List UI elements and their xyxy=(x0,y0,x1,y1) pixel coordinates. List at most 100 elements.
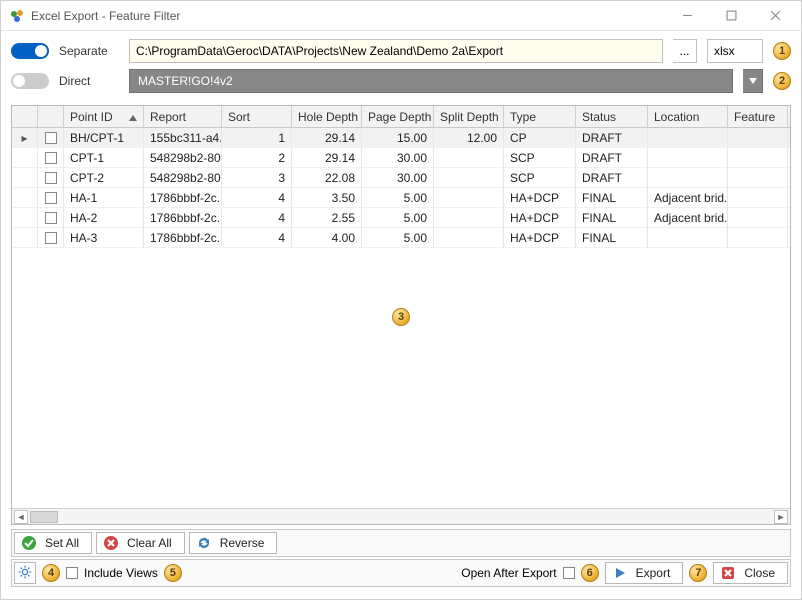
minimize-button[interactable] xyxy=(665,2,709,30)
set-all-button[interactable]: Set All xyxy=(14,532,92,554)
data-grid: Point ID Report Sort Hole Depth Page Dep… xyxy=(11,105,791,525)
close-window-button[interactable] xyxy=(753,2,797,30)
clear-all-button[interactable]: Clear All xyxy=(96,532,185,554)
row-checkbox-cell xyxy=(38,188,64,207)
cell-status: DRAFT xyxy=(576,128,648,147)
table-row[interactable]: HA-31786bbbf-2c...44.005.00HA+DCPFINAL xyxy=(12,228,790,248)
cell-location xyxy=(648,148,728,167)
extension-input[interactable]: xlsx xyxy=(707,39,763,63)
play-icon xyxy=(612,565,628,581)
gear-icon xyxy=(18,565,32,582)
checkbox-header xyxy=(38,106,64,127)
browse-button[interactable]: ... xyxy=(673,39,697,63)
horizontal-scrollbar[interactable]: ◄ ► xyxy=(12,508,790,524)
cell-type: HA+DCP xyxy=(504,188,576,207)
row-checkbox[interactable] xyxy=(45,152,57,164)
col-report[interactable]: Report xyxy=(144,106,222,127)
table-row[interactable]: CPT-1548298b2-80...229.1430.00SCPDRAFT xyxy=(12,148,790,168)
cell-sort: 2 xyxy=(222,148,292,167)
scroll-left-button[interactable]: ◄ xyxy=(14,510,28,524)
scroll-track[interactable] xyxy=(28,511,774,523)
settings-button[interactable] xyxy=(14,562,36,584)
cell-sort: 4 xyxy=(222,188,292,207)
cell-status: FINAL xyxy=(576,208,648,227)
col-point-id[interactable]: Point ID xyxy=(64,106,144,127)
col-label: Point ID xyxy=(70,110,113,124)
cell-feature xyxy=(728,228,788,247)
button-label: Set All xyxy=(45,536,79,550)
cell-type: SCP xyxy=(504,148,576,167)
row-checkbox[interactable] xyxy=(45,132,57,144)
col-status[interactable]: Status xyxy=(576,106,648,127)
cell-report: 1786bbbf-2c... xyxy=(144,208,222,227)
cell-report: 548298b2-80... xyxy=(144,168,222,187)
cell-status: DRAFT xyxy=(576,148,648,167)
cell-split-depth xyxy=(434,228,504,247)
col-sort[interactable]: Sort xyxy=(222,106,292,127)
col-feature[interactable]: Feature xyxy=(728,106,788,127)
cell-point-id: CPT-2 xyxy=(64,168,144,187)
open-after-export-label: Open After Export xyxy=(461,566,556,580)
table-row[interactable]: HA-21786bbbf-2c...42.555.00HA+DCPFINALAd… xyxy=(12,208,790,228)
cell-page-depth: 5.00 xyxy=(362,188,434,207)
cell-split-depth xyxy=(434,208,504,227)
scroll-right-button[interactable]: ► xyxy=(774,510,788,524)
col-hole-depth[interactable]: Hole Depth xyxy=(292,106,362,127)
include-views-checkbox[interactable] xyxy=(66,567,78,579)
reverse-button[interactable]: Reverse xyxy=(189,532,278,554)
cell-point-id: BH/CPT-1 xyxy=(64,128,144,147)
table-row[interactable]: CPT-2548298b2-80...322.0830.00SCPDRAFT xyxy=(12,168,790,188)
cell-feature xyxy=(728,208,788,227)
app-icon xyxy=(9,8,25,24)
cell-sort: 4 xyxy=(222,208,292,227)
row-checkbox[interactable] xyxy=(45,212,57,224)
cell-page-depth: 15.00 xyxy=(362,128,434,147)
cell-point-id: HA-1 xyxy=(64,188,144,207)
row-checkbox[interactable] xyxy=(45,172,57,184)
table-row[interactable]: HA-11786bbbf-2c...43.505.00HA+DCPFINALAd… xyxy=(12,188,790,208)
col-location[interactable]: Location xyxy=(648,106,728,127)
direct-toggle[interactable] xyxy=(11,73,49,89)
cell-split-depth xyxy=(434,168,504,187)
cell-point-id: CPT-1 xyxy=(64,148,144,167)
cell-hole-depth: 2.55 xyxy=(292,208,362,227)
col-split-depth[interactable]: Split Depth xyxy=(434,106,504,127)
cell-feature xyxy=(728,128,788,147)
close-button[interactable]: Close xyxy=(713,562,788,584)
selection-toolbar: Set All Clear All Reverse xyxy=(11,529,791,557)
callout-7: 7 xyxy=(689,564,707,582)
export-button[interactable]: Export xyxy=(605,562,684,584)
table-row[interactable]: ▸BH/CPT-1155bc311-a4...129.1415.0012.00C… xyxy=(12,128,790,148)
cell-hole-depth: 3.50 xyxy=(292,188,362,207)
callout-1: 1 xyxy=(773,42,791,60)
cell-page-depth: 30.00 xyxy=(362,168,434,187)
template-select[interactable]: MASTER!GO!4v2 xyxy=(129,69,733,93)
cell-hole-depth: 22.08 xyxy=(292,168,362,187)
col-type[interactable]: Type xyxy=(504,106,576,127)
row-indicator xyxy=(12,168,38,187)
scroll-thumb[interactable] xyxy=(30,511,58,523)
cell-type: HA+DCP xyxy=(504,228,576,247)
check-circle-icon xyxy=(21,535,37,551)
titlebar: Excel Export - Feature Filter xyxy=(1,1,801,31)
cell-hole-depth: 29.14 xyxy=(292,128,362,147)
separate-toggle[interactable] xyxy=(11,43,49,59)
cell-page-depth: 5.00 xyxy=(362,208,434,227)
footer-bar: 4 Include Views 5 Open After Export 6 Ex… xyxy=(11,559,791,587)
maximize-button[interactable] xyxy=(709,2,753,30)
cell-feature xyxy=(728,188,788,207)
cell-sort: 1 xyxy=(222,128,292,147)
cell-split-depth xyxy=(434,188,504,207)
row-checkbox[interactable] xyxy=(45,192,57,204)
open-after-export-checkbox[interactable] xyxy=(563,567,575,579)
cell-feature xyxy=(728,148,788,167)
cell-location xyxy=(648,168,728,187)
export-path-input[interactable]: C:\ProgramData\Geroc\DATA\Projects\New Z… xyxy=(129,39,663,63)
direct-label: Direct xyxy=(59,74,119,88)
col-page-depth[interactable]: Page Depth xyxy=(362,106,434,127)
include-views-label: Include Views xyxy=(84,566,158,580)
cell-point-id: HA-3 xyxy=(64,228,144,247)
row-checkbox[interactable] xyxy=(45,232,57,244)
template-dropdown-arrow[interactable] xyxy=(743,69,763,93)
button-label: Close xyxy=(744,566,775,580)
